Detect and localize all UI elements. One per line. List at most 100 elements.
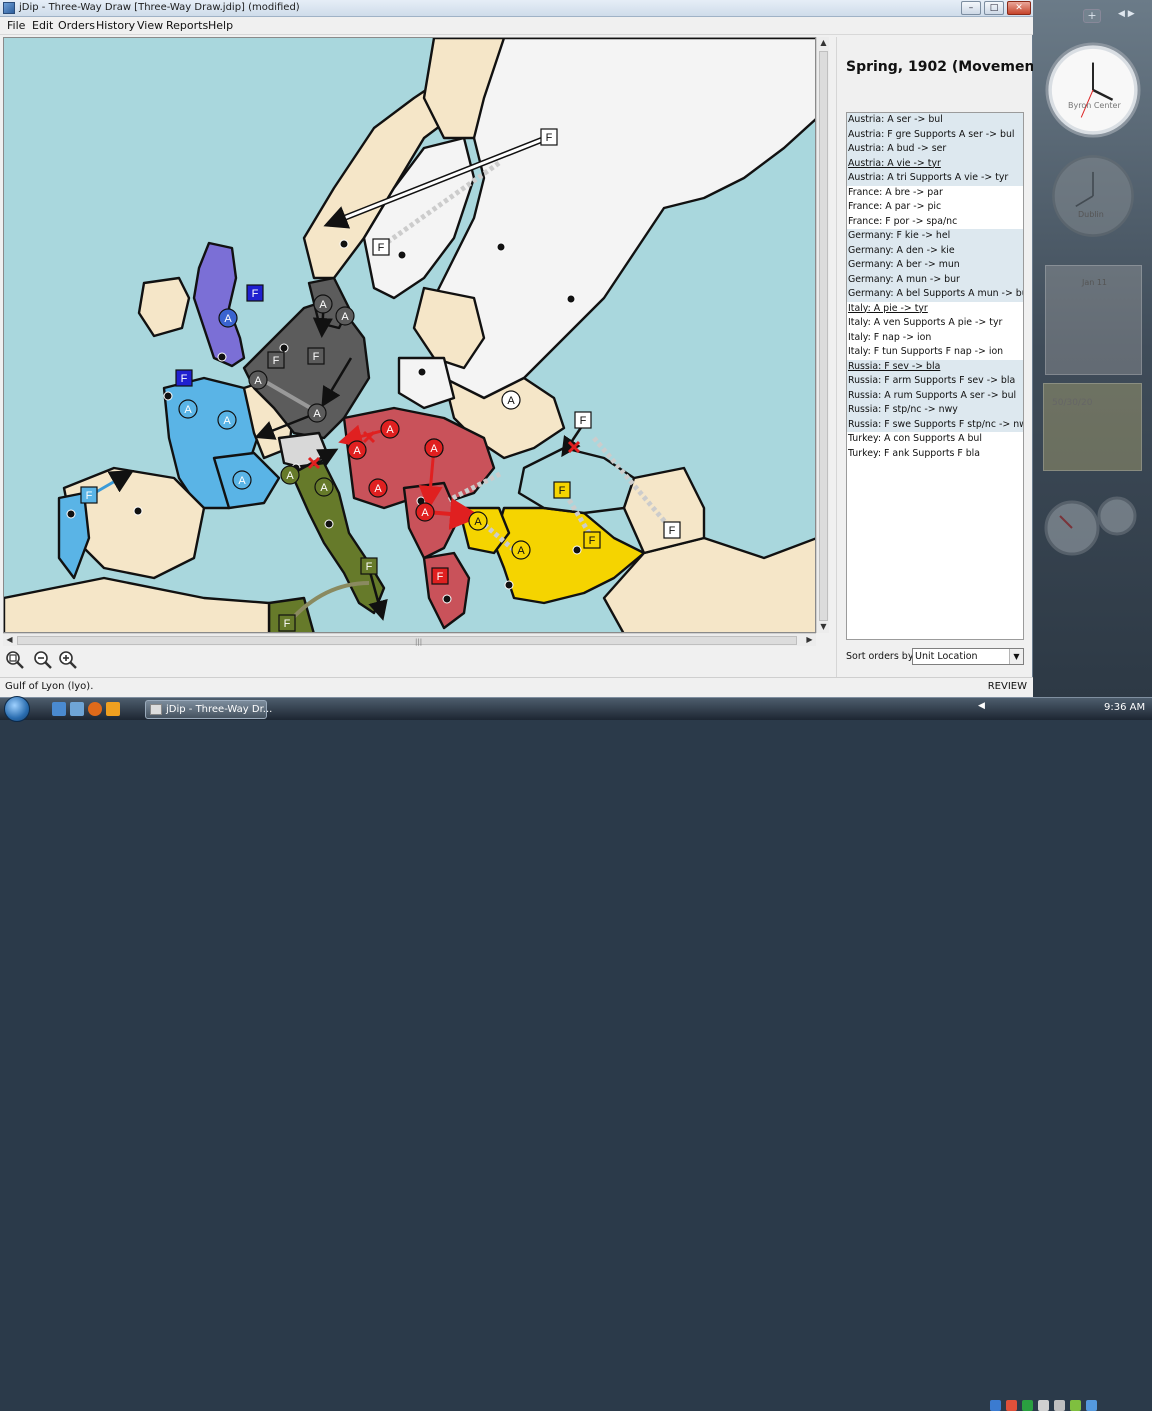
order-item[interactable]: Austria: A vie -> tyr <box>847 156 1023 171</box>
title-bar[interactable]: jDip - Three-Way Draw [Three-Way Draw.jd… <box>0 0 1033 17</box>
switch-windows-icon[interactable] <box>70 702 84 716</box>
sidebar-nav-icon[interactable]: ◀ ▶ <box>1118 9 1144 23</box>
order-item[interactable]: Russia: F sev -> bla <box>847 359 1023 374</box>
unit-marker[interactable]: A <box>232 470 252 490</box>
minimize-button[interactable]: – <box>961 1 981 15</box>
unit-marker[interactable]: A <box>218 308 238 328</box>
tray-security-icon[interactable] <box>1006 1400 1017 1411</box>
firefox-icon[interactable] <box>88 702 102 716</box>
order-item[interactable]: Russia: A rum Supports A ser -> bul <box>847 388 1023 403</box>
order-item[interactable]: Germany: A bel Supports A mun -> bur <box>847 287 1023 302</box>
order-item[interactable]: Germany: A mun -> bur <box>847 272 1023 287</box>
menu-edit[interactable]: Edit <box>32 19 53 32</box>
unit-marker[interactable]: A <box>380 419 400 439</box>
zoom-in-icon[interactable] <box>58 650 78 670</box>
tray-update-icon[interactable] <box>1022 1400 1033 1411</box>
unit-marker[interactable]: A <box>424 438 444 458</box>
tray-volume-icon[interactable] <box>1054 1400 1065 1411</box>
menu-help[interactable]: Help <box>208 19 233 32</box>
unit-marker[interactable]: A <box>347 440 367 460</box>
unit-marker[interactable]: F <box>663 521 681 539</box>
unit-marker[interactable]: F <box>246 284 264 302</box>
order-item[interactable]: France: F por -> spa/nc <box>847 215 1023 230</box>
maximize-button[interactable]: □ <box>984 1 1004 15</box>
scroll-down-icon[interactable]: ▼ <box>817 621 830 633</box>
clock-gadget-icon[interactable] <box>1044 41 1142 139</box>
unit-marker[interactable]: F <box>80 486 98 504</box>
show-desktop-icon[interactable] <box>52 702 66 716</box>
menu-view[interactable]: View <box>137 19 163 32</box>
tray-network-icon[interactable] <box>1038 1400 1049 1411</box>
unit-marker[interactable]: A <box>335 306 355 326</box>
scroll-right-icon[interactable]: ▶ <box>803 634 816 646</box>
unit-marker[interactable]: F <box>267 351 285 369</box>
horizontal-scroll-thumb[interactable]: ||| <box>17 636 797 646</box>
task-jdip-button[interactable]: jDip - Three-Way Dr... <box>145 700 272 719</box>
order-item[interactable]: Germany: A den -> kie <box>847 243 1023 258</box>
tray-expand-icon[interactable]: ◀ <box>978 701 985 711</box>
order-item[interactable]: France: A bre -> par <box>847 186 1023 201</box>
order-item[interactable]: Austria: F gre Supports A ser -> bul <box>847 127 1023 142</box>
cpu-meter-gadget-icon[interactable] <box>1042 490 1142 560</box>
tray-bluetooth-icon[interactable] <box>1086 1400 1097 1411</box>
unit-marker[interactable]: A <box>415 502 435 522</box>
unit-marker[interactable]: F <box>307 347 325 365</box>
order-item[interactable]: Austria: A bud -> ser <box>847 142 1023 157</box>
order-item[interactable]: Russia: F stp/nc -> nwy <box>847 403 1023 418</box>
order-item[interactable]: Austria: A tri Supports A vie -> tyr <box>847 171 1023 186</box>
order-item[interactable]: Turkey: F ank Supports F bla <box>847 447 1023 462</box>
menu-file[interactable]: File <box>7 19 25 32</box>
unit-marker[interactable]: A <box>314 477 334 497</box>
messenger-icon[interactable] <box>106 702 120 716</box>
menu-reports[interactable]: Reports <box>166 19 208 32</box>
unit-marker[interactable]: F <box>278 614 296 632</box>
unit-marker[interactable]: A <box>307 403 327 423</box>
taskbar-clock[interactable]: 9:36 AM <box>1104 702 1145 713</box>
unit-marker[interactable]: A <box>280 465 300 485</box>
orders-list[interactable]: Austria: A ser -> bul Austria: F gre Supp… <box>846 112 1024 640</box>
diplomacy-map[interactable]: FFAFFAAFFAAAAAAAAAAAFAFAAFFFFFFAA <box>4 38 816 633</box>
notes-gadget[interactable]: 50/30/20 <box>1043 383 1142 471</box>
unit-marker[interactable]: A <box>248 370 268 390</box>
clock-gadget-secondary-icon[interactable] <box>1050 153 1136 239</box>
order-item[interactable]: Italy: A ven Supports A pie -> tyr <box>847 316 1023 331</box>
scroll-up-icon[interactable]: ▲ <box>817 37 830 49</box>
unit-marker[interactable]: A <box>468 511 488 531</box>
unit-marker[interactable]: A <box>368 478 388 498</box>
menu-history[interactable]: History <box>96 19 135 32</box>
unit-marker[interactable]: F <box>431 567 449 585</box>
unit-marker[interactable]: F <box>360 557 378 575</box>
order-item[interactable]: Germany: A ber -> mun <box>847 258 1023 273</box>
vertical-scrollbar[interactable]: ▲ ▼ <box>816 37 829 633</box>
unit-marker[interactable]: A <box>313 294 333 314</box>
zoom-fit-icon[interactable] <box>5 650 25 670</box>
order-item[interactable]: Germany: F kie -> hel <box>847 229 1023 244</box>
order-item[interactable]: Russia: F arm Supports F sev -> bla <box>847 374 1023 389</box>
unit-marker[interactable]: F <box>372 238 390 256</box>
unit-marker[interactable]: F <box>574 411 592 429</box>
unit-marker[interactable]: F <box>583 531 601 549</box>
unit-marker[interactable]: F <box>553 481 571 499</box>
horizontal-scrollbar[interactable]: ◀ ||| ▶ <box>3 633 816 646</box>
start-button[interactable] <box>4 696 30 722</box>
unit-marker[interactable]: F <box>540 128 558 146</box>
tray-app-icon[interactable] <box>990 1400 1001 1411</box>
order-item[interactable]: Austria: A ser -> bul <box>847 113 1023 128</box>
add-gadget-button[interactable]: + <box>1083 9 1101 23</box>
unit-marker[interactable]: F <box>175 369 193 387</box>
unit-marker[interactable]: A <box>511 540 531 560</box>
order-item[interactable]: Russia: F swe Supports F stp/nc -> nwy <box>847 417 1023 432</box>
sort-orders-select[interactable]: Unit Location ▼ <box>912 648 1024 665</box>
menu-orders[interactable]: Orders <box>58 19 95 32</box>
close-button[interactable]: ✕ <box>1007 1 1031 15</box>
order-item[interactable]: Italy: F tun Supports F nap -> ion <box>847 345 1023 360</box>
unit-marker[interactable]: A <box>178 399 198 419</box>
chevron-down-icon[interactable]: ▼ <box>1009 649 1023 664</box>
order-item[interactable]: Italy: F nap -> ion <box>847 331 1023 346</box>
order-item[interactable]: Italy: A pie -> tyr <box>847 302 1023 317</box>
vertical-scroll-thumb[interactable] <box>819 51 828 621</box>
unit-marker[interactable]: A <box>217 410 237 430</box>
map-canvas[interactable]: FFAFFAAFFAAAAAAAAAAAFAFAAFFFFFFAA <box>3 37 816 633</box>
calendar-gadget[interactable]: Jan 11 <box>1045 265 1142 375</box>
unit-marker[interactable]: A <box>501 390 521 410</box>
